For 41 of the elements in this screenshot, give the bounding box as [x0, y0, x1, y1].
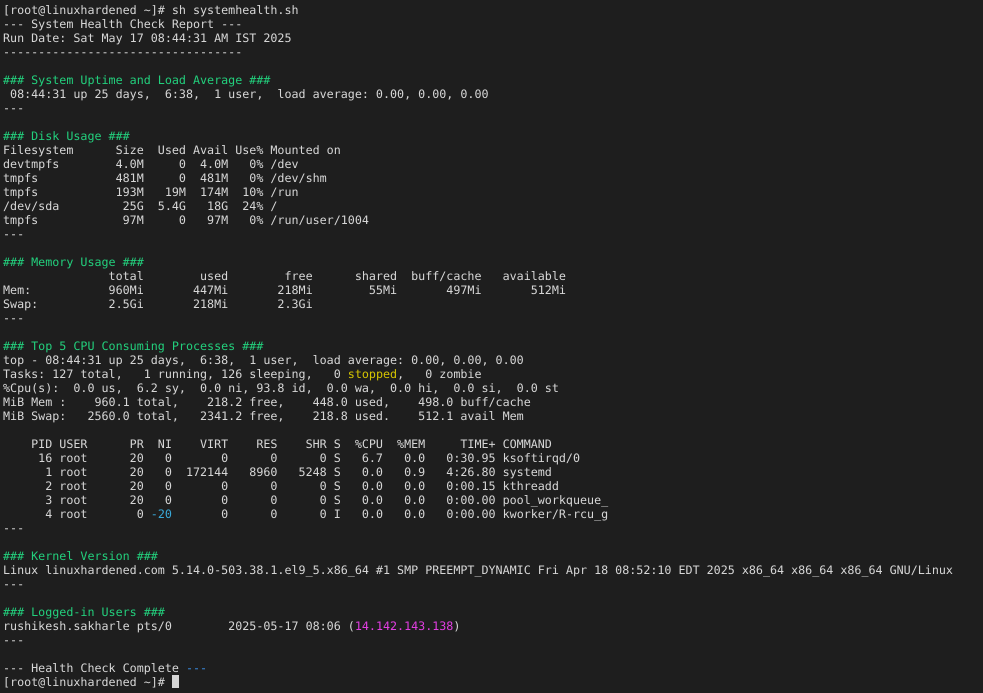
report-header-line: ----------------------------------: [3, 45, 242, 59]
output-line: PID USER PR NI VIRT RES SHR S %CPU %MEM TIME+ COMMAND: [30, 437, 552, 451]
output-line: 16 root 20 0 0 0 0 S 6.7 0.0 0:30.95 ksoftirqd/0: [37, 451, 580, 465]
output-line: 08:44:31 up 25 days, 6:38, 1 user, load average: 0.00, 0.00, 0.00: [9, 87, 489, 101]
output-line: Filesystem Size Used Avail Use% Mounted on: [3, 143, 341, 157]
section-heading: ### Memory Usage ###: [3, 255, 144, 269]
output-line: tmpfs 193M 19M 174M 10% /run: [3, 185, 299, 199]
separator-text: ---: [3, 521, 24, 535]
section-heading: ### Logged-in Users ###: [3, 605, 165, 619]
output-line: total used free shared buff/cache available: [108, 269, 566, 283]
output-line: MiB Mem : 960.1 total, 218.2 free, 448.0 used, 498.0 buff/cache: [3, 395, 531, 409]
output-line: Mem: 960Mi 447Mi 218Mi 55Mi 497Mi 512Mi: [3, 283, 566, 297]
section-heading: ### Top 5 CPU Consuming Processes ###: [3, 339, 264, 353]
output-line: 2 root 20 0 0 0 0 S 0.0 0.0 0:00.15 kthreadd: [44, 479, 559, 493]
footer-line: --- Health Check Complete ---: [3, 661, 208, 675]
output-line: tmpfs 97M 0 97M 0% /run/user/1004: [3, 213, 369, 227]
separator-text: ---: [3, 577, 24, 591]
section-heading: ### Kernel Version ###: [3, 549, 158, 563]
separator-text: ---: [3, 311, 24, 325]
output-line: 3 root 20 0 0 0 0 S 0.0 0.0 0:00.00 pool_workqueue_: [44, 493, 608, 507]
output-line: Linux linuxhardened.com 5.14.0-503.38.1.el9_5.x86_64 #1 SMP PREEMPT_DYNAMIC Fri Apr 18 08:52:10 EDT 2025 x86_64 x86_64 x86_64 GNU/Linux: [3, 563, 953, 577]
output-line: rushikesh.sakharle pts/0 2025-05-17 08:06 (14.142.143.138): [3, 619, 460, 633]
command-line: [root@linuxhardened ~]# sh systemhealth.sh: [3, 3, 299, 17]
output-line: Tasks: 127 total, 1 running, 126 sleeping, 0 stopped, 0 zombie: [3, 367, 482, 381]
shell-prompt: [root@linuxhardened ~]#: [3, 675, 165, 689]
report-header-line: Run Date: Sat May 17 08:44:31 AM IST 2025: [3, 31, 292, 45]
separator-text: ---: [3, 633, 24, 647]
separator-text: ---: [3, 101, 24, 115]
output-line: MiB Swap: 2560.0 total, 2341.2 free, 218.8 used. 512.1 avail Mem: [3, 409, 524, 423]
report-header-line: --- System Health Check Report ---: [3, 17, 242, 31]
section-heading: ### System Uptime and Load Average ###: [3, 73, 270, 87]
output-line: tmpfs 481M 0 481M 0% /dev/shm: [3, 171, 327, 185]
output-line: Swap: 2.5Gi 218Mi 2.3Gi: [3, 297, 313, 311]
output-line: top - 08:44:31 up 25 days, 6:38, 1 user, load average: 0.00, 0.00, 0.00: [3, 353, 524, 367]
separator-text: ---: [3, 227, 24, 241]
output-line: /dev/sda 25G 5.4G 18G 24% /: [3, 199, 278, 213]
output-line: %Cpu(s): 0.0 us, 6.2 sy, 0.0 ni, 93.8 id, 0.0 wa, 0.0 hi, 0.0 si, 0.0 st: [3, 381, 559, 395]
output-line: devtmpfs 4.0M 0 4.0M 0% /dev: [3, 157, 299, 171]
section-heading: ### Disk Usage ###: [3, 129, 130, 143]
output-line: 1 root 20 0 172144 8960 5248 S 0.0 0.9 4:26.80 systemd: [44, 465, 552, 479]
output-line: 4 root 0 -20 0 0 0 I 0.0 0.0 0:00.00 kworker/R-rcu_g: [44, 507, 608, 521]
